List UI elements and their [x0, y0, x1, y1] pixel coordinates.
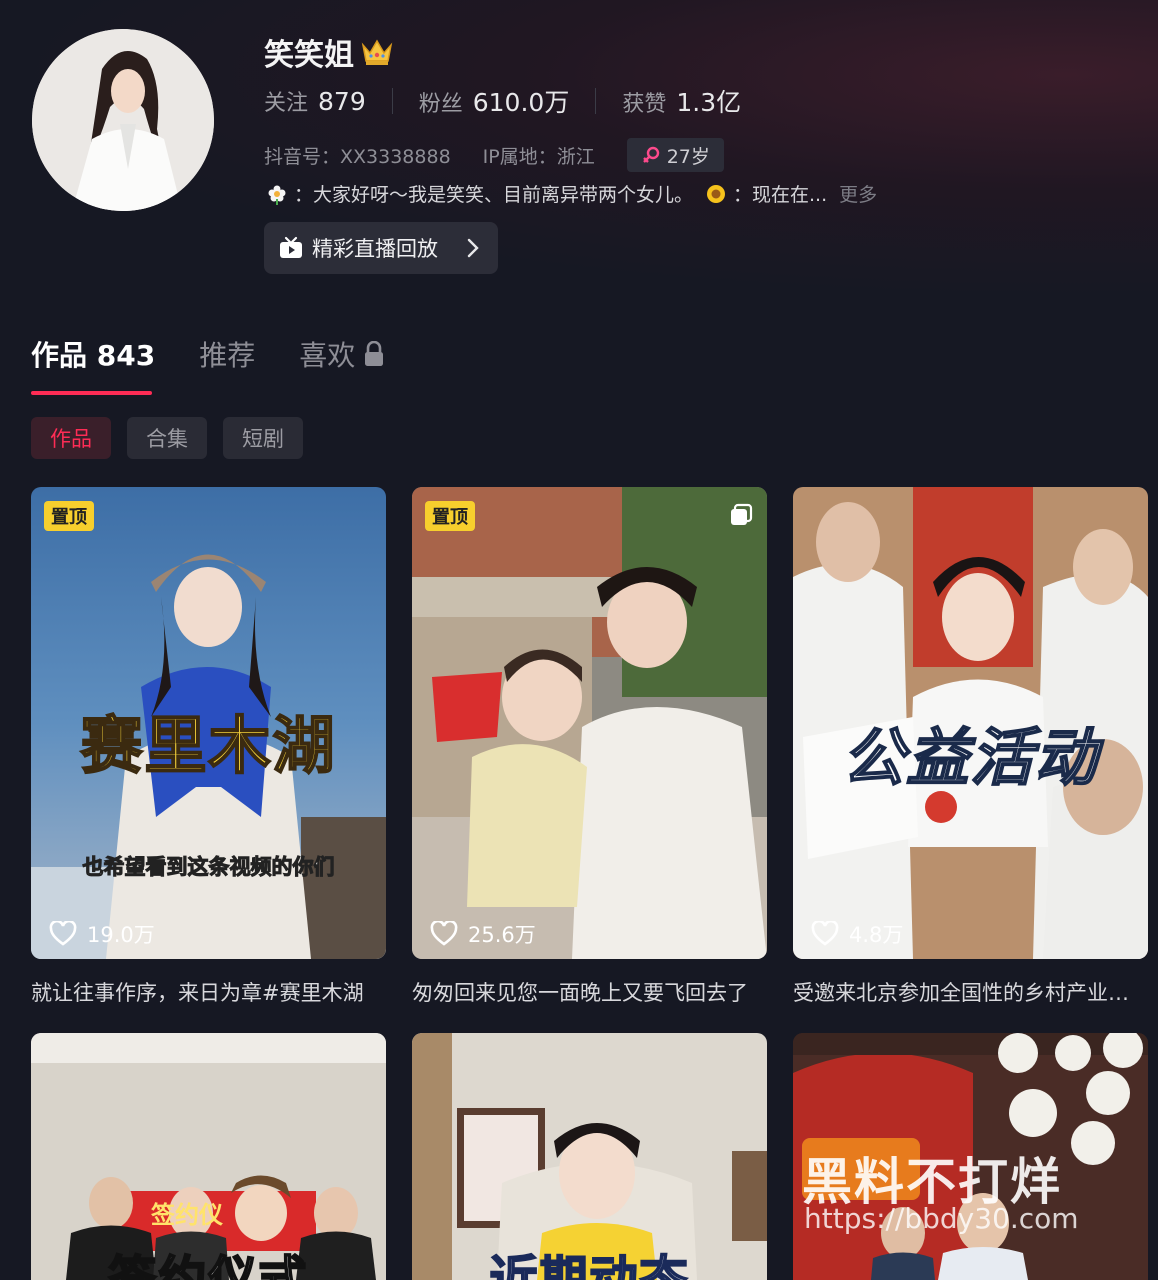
- video-overlay-title: 赛里木湖: [79, 708, 337, 783]
- stat-value: 610.0万: [472, 88, 570, 117]
- live-replay-button[interactable]: 精彩直播回放: [264, 222, 498, 274]
- video-overlay-title: 公益活动: [841, 720, 1099, 795]
- video-title[interactable]: 受邀来北京参加全国性的乡村产业活动: [793, 977, 1148, 1007]
- lock-icon: [365, 341, 384, 366]
- heart-icon: [49, 921, 77, 946]
- sign-banner-text: 签约仪: [151, 1201, 223, 1229]
- tab-works[interactable]: 作品 843: [31, 334, 155, 374]
- video-thumbnail[interactable]: 置顶 25.6万: [412, 487, 767, 959]
- divider: [391, 88, 393, 114]
- video-overlay-subtitle: 也希望看到这条视频的你们: [82, 855, 335, 880]
- video-overlay-title: 近期动态: [488, 1250, 690, 1280]
- live-replay-label: 精彩直播回放: [312, 237, 438, 261]
- bio-text-continued: ：现在在...: [733, 184, 828, 206]
- bio[interactable]: ：大家好呀～我是笑笑、目前离异带两个女儿。 ：现在在... 更多: [266, 180, 877, 207]
- divider: [595, 88, 597, 114]
- video-likes: 25.6万: [430, 919, 536, 949]
- tab-liked[interactable]: 喜欢: [299, 334, 385, 374]
- video-title[interactable]: 就让往事作序，来日为章#赛里木湖: [31, 977, 386, 1007]
- bio-more-link[interactable]: 更多: [839, 180, 877, 207]
- watermark: 黑料不打烊 https://bbdy30.com: [802, 1138, 1122, 1238]
- ip-location: IP属地：浙江: [482, 145, 595, 168]
- crown-icon: [361, 39, 393, 65]
- heart-icon: [430, 921, 458, 946]
- pinned-badge: 置顶: [425, 501, 475, 531]
- age-text: 27岁: [666, 145, 710, 168]
- likes-count: 4.8万: [849, 923, 904, 947]
- video-thumbnail[interactable]: 公益活动 4.8万: [793, 487, 1148, 959]
- active-tab-indicator: [31, 391, 152, 395]
- video-likes: 4.8万: [811, 919, 903, 949]
- chevron-right-icon: [467, 238, 479, 258]
- tab-label: 作品 843: [31, 339, 156, 372]
- avatar[interactable]: [32, 29, 214, 211]
- stat-label: 粉丝: [418, 92, 463, 117]
- female-icon: [642, 146, 659, 163]
- stat-label: 关注: [264, 91, 309, 116]
- stat-following[interactable]: 关注 879: [264, 85, 366, 117]
- subtab-short-dramas[interactable]: 短剧: [223, 417, 303, 459]
- pinned-badge: 置顶: [44, 501, 94, 531]
- video-card[interactable]: 置顶 25.6万 匆匆回来见您一面晚上又要飞回去了: [412, 487, 767, 1007]
- subtab-works[interactable]: 作品: [31, 417, 111, 459]
- video-card[interactable]: 签约仪 签约仪式: [31, 1033, 386, 1280]
- tab-recommended[interactable]: 推荐: [199, 334, 255, 374]
- multi-image-icon: [731, 503, 753, 525]
- age-badge: 27岁: [626, 138, 724, 172]
- video-likes: 19.0万: [49, 919, 155, 949]
- douyin-id: 抖音号：XX3338888: [264, 145, 451, 168]
- video-title[interactable]: 匆匆回来见您一面晚上又要飞回去了: [412, 977, 767, 1007]
- bio-text: ：大家好呀～我是笑笑、目前离异带两个女儿。: [294, 184, 694, 206]
- watermark-url: https://bbdy30.com: [804, 1202, 1079, 1235]
- video-card[interactable]: 近期动态: [412, 1033, 767, 1280]
- video-card[interactable]: 置顶 赛里木湖 也希望看到这条视频的你们 19.0万 就让往事作序，来日为章#赛…: [31, 487, 386, 1007]
- tv-icon: [280, 236, 302, 258]
- video-thumbnail[interactable]: 近期动态: [412, 1033, 767, 1280]
- stat-followers[interactable]: 粉丝 610.0万: [419, 83, 570, 119]
- stat-label: 获赞: [622, 92, 667, 117]
- stat-value: 879: [318, 87, 366, 116]
- subtab-collections[interactable]: 合集: [127, 417, 207, 459]
- video-card[interactable]: 公益活动 4.8万 受邀来北京参加全国性的乡村产业活动: [793, 487, 1148, 1007]
- video-overlay-title: 签约仪式: [107, 1250, 309, 1280]
- tab-label: 喜欢: [299, 339, 356, 372]
- video-thumbnail[interactable]: 签约仪 签约仪式: [31, 1033, 386, 1280]
- likes-count: 19.0万: [87, 923, 155, 947]
- stat-likes: 获赞 1.3亿: [622, 83, 741, 119]
- profile-name: 笑笑姐: [264, 38, 354, 73]
- video-thumbnail[interactable]: 置顶 赛里木湖 也希望看到这条视频的你们 19.0万: [31, 487, 386, 959]
- sunflower-icon: [707, 184, 726, 203]
- flower-icon: [268, 185, 286, 205]
- tab-label: 推荐: [199, 339, 256, 372]
- likes-count: 25.6万: [468, 923, 536, 947]
- stat-value: 1.3亿: [676, 88, 742, 117]
- heart-icon: [811, 921, 839, 946]
